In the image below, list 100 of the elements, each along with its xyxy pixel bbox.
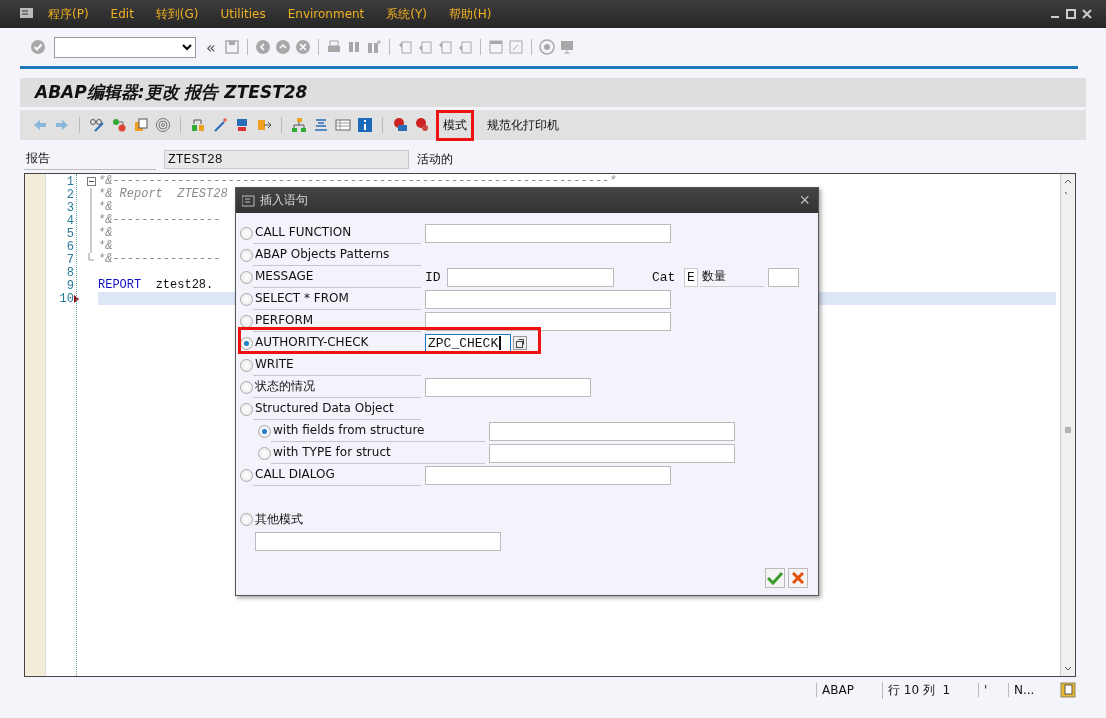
radio-button[interactable] <box>240 270 253 284</box>
arrow-right-icon[interactable] <box>54 117 70 133</box>
option-label: Structured Data Object <box>253 398 421 420</box>
radio-button[interactable] <box>240 380 253 394</box>
back-icon[interactable] <box>254 39 271 55</box>
option-label: WRITE <box>253 354 421 376</box>
status-text: 活动的 <box>417 150 453 168</box>
line-number: 8 <box>65 265 74 280</box>
menu-item[interactable]: 系统(Y) <box>386 5 428 23</box>
radio-button[interactable] <box>240 468 253 482</box>
radio-button[interactable] <box>240 314 253 328</box>
radio-button[interactable] <box>240 512 253 526</box>
stamp-icon[interactable] <box>234 117 250 133</box>
input-field[interactable] <box>425 465 671 485</box>
close-button[interactable]: × <box>797 190 812 211</box>
code-line: *&---------------------------------------------------------------------* <box>98 175 617 188</box>
squares-arrow-icon[interactable] <box>190 117 206 133</box>
stop-screen-icon[interactable] <box>392 117 408 133</box>
status-segment: ' <box>978 683 1008 697</box>
lines-icon[interactable] <box>313 117 329 133</box>
nodes-icon[interactable] <box>111 117 127 133</box>
menu-item[interactable]: Utilities <box>220 7 266 21</box>
command-field[interactable] <box>54 36 196 58</box>
input-field[interactable] <box>425 377 591 397</box>
clipboard-icon[interactable] <box>1060 682 1076 698</box>
cat-label: Cat <box>651 269 677 285</box>
input-field[interactable] <box>425 311 671 331</box>
input-field[interactable] <box>425 289 671 309</box>
input-field[interactable] <box>489 421 735 441</box>
line-number: 10 <box>58 291 74 306</box>
input-field[interactable] <box>447 267 614 287</box>
table-icon[interactable] <box>335 117 351 133</box>
menu-item[interactable]: 帮助(H) <box>449 5 492 23</box>
code-line: *& <box>98 227 113 240</box>
screen-title: ABAP编辑器:更改 报告 ZTEST28 <box>20 78 1086 107</box>
toolbar-button[interactable]: 规范化打印机 <box>480 109 566 141</box>
window-icon[interactable] <box>487 39 504 55</box>
box-arrow-icon[interactable] <box>256 117 272 133</box>
input-field[interactable] <box>489 443 735 463</box>
code-line: *& <box>98 201 113 214</box>
code-line: *& <box>98 240 113 253</box>
scroll-down-icon[interactable] <box>1064 666 1072 672</box>
help-icon[interactable] <box>538 39 555 55</box>
menu-item[interactable]: 转到(G) <box>155 5 199 23</box>
toolbar-button[interactable]: 模式 <box>436 109 474 141</box>
close-icon[interactable] <box>1082 9 1092 19</box>
scrollbar[interactable] <box>1060 174 1075 676</box>
radio-button[interactable] <box>240 402 253 416</box>
pages-stack-icon[interactable] <box>133 117 149 133</box>
glasses-pencil-icon[interactable] <box>89 117 105 133</box>
menu-item[interactable]: Environment <box>287 7 365 21</box>
code-line: *& Report ZTEST28 <box>98 188 228 201</box>
hierarchy-icon[interactable] <box>291 117 307 133</box>
option-label: CALL DIALOG <box>253 464 421 486</box>
code-line: REPORT ztest28. <box>98 279 214 292</box>
window-icon[interactable] <box>507 39 524 55</box>
spiral-icon[interactable] <box>155 117 171 133</box>
line-number: 2 <box>65 187 74 202</box>
scroll-up-icon[interactable] <box>1064 178 1072 194</box>
radio-button[interactable] <box>240 226 253 240</box>
stop-person-icon[interactable] <box>414 117 430 133</box>
menu-item[interactable]: 程序(P) <box>48 5 89 23</box>
arrow-left-icon[interactable] <box>32 117 48 133</box>
info-icon[interactable] <box>357 117 373 133</box>
radio-button[interactable] <box>240 292 253 306</box>
radio-button[interactable] <box>258 446 271 460</box>
maximize-icon[interactable] <box>1066 9 1076 19</box>
menu-icon[interactable] <box>20 8 36 20</box>
input-field[interactable] <box>768 267 799 287</box>
input-field[interactable] <box>425 223 671 243</box>
line-number: 9 <box>65 278 74 293</box>
grip-icon[interactable] <box>1064 427 1072 433</box>
cancel-button[interactable] <box>788 568 808 588</box>
collapse-button[interactable]: « <box>206 37 216 57</box>
radio-button[interactable] <box>240 358 253 372</box>
line-number: 3 <box>65 200 74 215</box>
magic-wand-icon[interactable] <box>212 117 228 133</box>
line-number: 7 <box>65 252 74 267</box>
line-number: 4 <box>65 213 74 228</box>
option-label: 其他模式 <box>254 510 303 528</box>
menu-item[interactable]: Edit <box>110 7 134 21</box>
cat-field[interactable]: E <box>684 267 698 287</box>
id-label: ID <box>424 269 442 285</box>
check-circle-icon[interactable] <box>30 39 46 55</box>
radio-button[interactable] <box>240 248 253 262</box>
collapse-icon[interactable] <box>86 175 96 188</box>
confirm-button[interactable] <box>765 568 785 588</box>
input-field[interactable] <box>255 532 501 551</box>
cancel-icon[interactable] <box>294 39 311 55</box>
monitor-icon[interactable] <box>558 39 575 55</box>
code-line: *&--------------- <box>98 253 221 266</box>
report-field: ZTEST28 <box>164 149 409 169</box>
option-label: CALL FUNCTION <box>253 222 421 244</box>
printer-icon[interactable] <box>325 39 342 55</box>
option-label: ABAP Objects Patterns <box>253 244 421 266</box>
line-number: 5 <box>65 226 74 241</box>
value-help-icon[interactable] <box>513 336 527 350</box>
dialog-title: 插入语句 <box>260 192 308 209</box>
option-label: MESSAGE <box>253 266 421 288</box>
radio-button[interactable] <box>258 424 271 438</box>
